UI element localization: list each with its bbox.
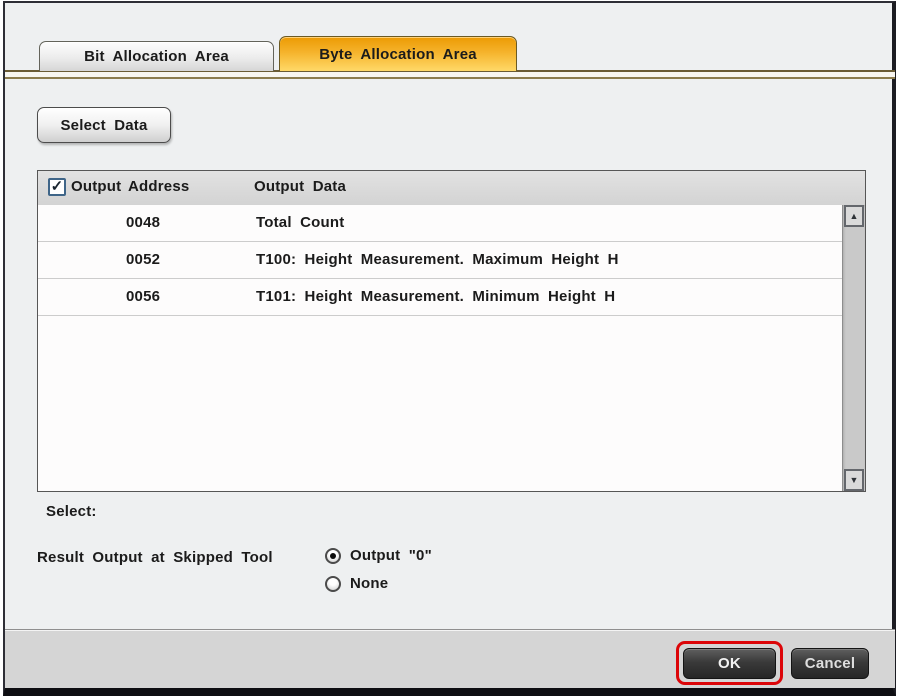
- cell-output-data: T101: Height Measurement. Minimum Height…: [256, 288, 616, 305]
- scroll-down-icon: ▼: [849, 474, 859, 485]
- tab-divider: [5, 70, 895, 79]
- radio-output-0-label: Output "0": [350, 547, 432, 564]
- ok-button[interactable]: OK: [683, 648, 776, 679]
- ok-button-label: OK: [718, 655, 741, 672]
- tab-byte-allocation-area[interactable]: Byte Allocation Area: [279, 36, 517, 71]
- skipped-tool-label: Result Output at Skipped Tool: [37, 549, 273, 566]
- select-status-label: Select:: [46, 503, 97, 520]
- scroll-up-icon: ▲: [849, 210, 859, 221]
- table-row[interactable]: 0048 Total Count: [38, 205, 842, 242]
- cell-output-data: Total Count: [256, 214, 345, 231]
- radio-output-0[interactable]: Output "0": [325, 547, 432, 564]
- dialog-page: Bit Allocation Area Byte Allocation Area…: [0, 0, 900, 696]
- allocation-table: ✓ Output Address Output Data 0048 Total …: [37, 170, 866, 492]
- cancel-button-label: Cancel: [804, 655, 856, 672]
- cancel-button[interactable]: Cancel: [791, 648, 869, 679]
- radio-none[interactable]: None: [325, 575, 388, 592]
- column-header-output: Output: [71, 178, 122, 195]
- scroll-down-button[interactable]: ▼: [844, 469, 864, 491]
- table-row[interactable]: 0056 T101: Height Measurement. Minimum H…: [38, 279, 842, 316]
- cell-output-data: T100: Height Measurement. Maximum Height…: [256, 251, 619, 268]
- radio-selected-icon: [325, 547, 341, 564]
- radio-none-label: None: [350, 575, 389, 592]
- check-icon: ✓: [50, 177, 64, 195]
- cell-address: 0056: [126, 288, 161, 305]
- table-row[interactable]: 0052 T100: Height Measurement. Maximum H…: [38, 242, 842, 279]
- cell-address: 0052: [126, 251, 161, 268]
- column-header-output-data: Output Data: [254, 178, 347, 195]
- table-body: 0048 Total Count 0052 T100: Height Measu…: [38, 205, 842, 491]
- output-select-all-checkbox[interactable]: ✓: [48, 178, 66, 196]
- select-data-button[interactable]: Select Data: [37, 107, 171, 143]
- scroll-up-button[interactable]: ▲: [844, 205, 864, 227]
- tab-label: Bit Allocation Area: [84, 48, 229, 65]
- table-header-row: ✓ Output Address Output Data: [38, 171, 865, 206]
- cell-address: 0048: [126, 214, 161, 231]
- radio-unselected-icon: [325, 575, 341, 592]
- vertical-scrollbar[interactable]: ▲ ▼: [842, 205, 865, 491]
- select-data-button-label: Select Data: [60, 116, 148, 134]
- column-header-address: Address: [128, 178, 190, 195]
- tab-bit-allocation-area[interactable]: Bit Allocation Area: [39, 41, 274, 71]
- tab-label: Byte Allocation Area: [319, 45, 477, 63]
